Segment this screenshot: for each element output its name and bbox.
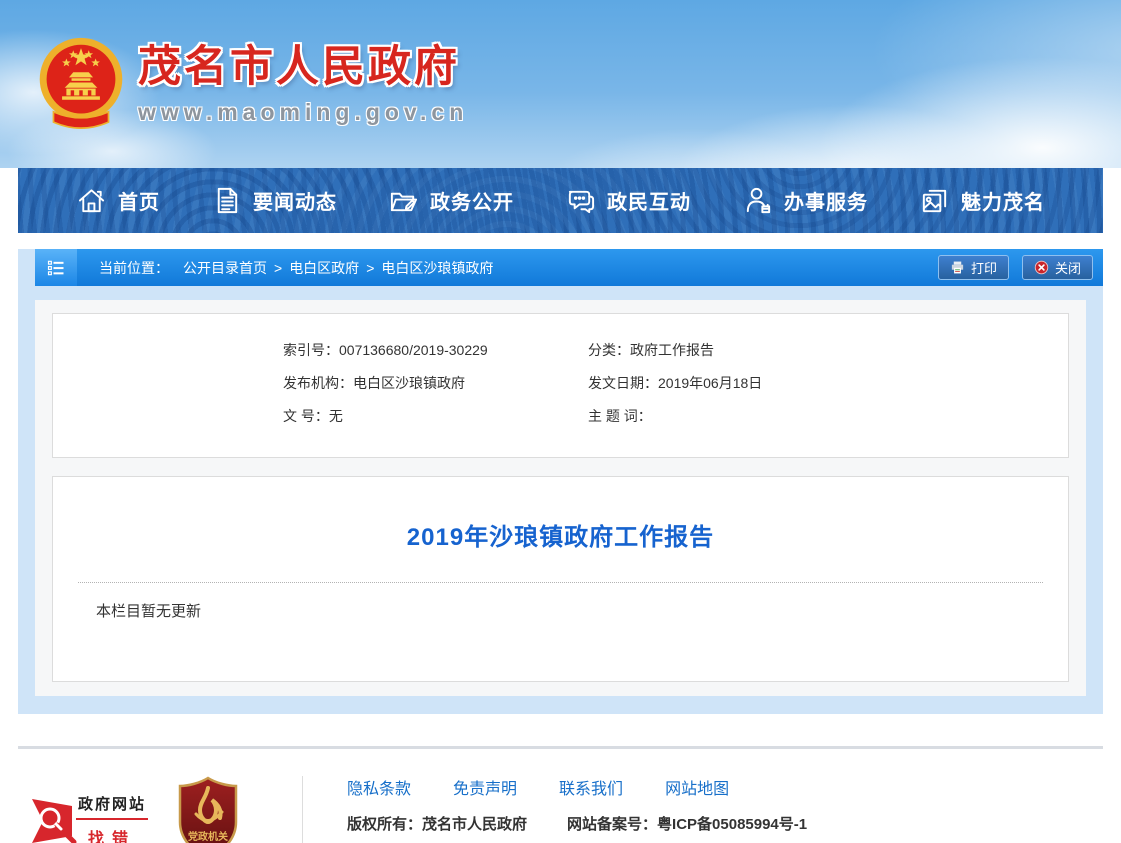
meta-row: 索引号：007136680/2019-30229 分类：政府工作报告 bbox=[283, 334, 1048, 367]
page-title: 2019年沙琅镇政府工作报告 bbox=[78, 517, 1043, 552]
breadcrumb-link-shalang-town[interactable]: 电白区沙琅镇政府 bbox=[381, 258, 493, 278]
footer-link-privacy[interactable]: 隐私条款 bbox=[347, 775, 411, 799]
nav-item-label: 要闻动态 bbox=[253, 186, 337, 215]
breadcrumb: 当前位置： 公开目录首页 > 电白区政府 > 电白区沙琅镇政府 bbox=[99, 258, 493, 278]
svg-text:党政机关: 党政机关 bbox=[188, 830, 228, 843]
find-error-badge[interactable]: 政府网站 找错 bbox=[30, 793, 148, 843]
breadcrumb-link-catalog-home[interactable]: 公开目录首页 bbox=[183, 258, 267, 278]
printer-icon bbox=[950, 260, 965, 275]
nav-item-label: 办事服务 bbox=[784, 186, 868, 215]
copyright-text: 版权所有：茂名市人民政府 bbox=[347, 813, 527, 834]
site-logo[interactable]: 茂名市人民政府 www.maoming.gov.cn bbox=[38, 36, 468, 136]
national-emblem-icon bbox=[38, 36, 124, 136]
breadcrumb-separator: > bbox=[274, 260, 282, 276]
breadcrumb-actions: 打印 关闭 bbox=[938, 255, 1093, 280]
party-gov-shield-badge[interactable]: 党政机关 bbox=[176, 776, 240, 843]
meta-label: 发布机构： bbox=[283, 375, 353, 391]
meta-row: 发布机构：电白区沙琅镇政府 发文日期：2019年06月18日 bbox=[283, 367, 1048, 400]
empty-state-text: 本栏目暂无更新 bbox=[78, 583, 1043, 621]
print-button-label: 打印 bbox=[971, 258, 997, 277]
meta-keywords: 主 题 词： bbox=[588, 400, 1048, 433]
document-panel: 索引号：007136680/2019-30229 分类：政府工作报告 发布机构：… bbox=[35, 300, 1086, 696]
chat-icon bbox=[565, 185, 596, 216]
nav-item-charm[interactable]: 魅力茂名 bbox=[919, 185, 1045, 216]
print-button[interactable]: 打印 bbox=[938, 255, 1009, 280]
document-meta-box: 索引号：007136680/2019-30229 分类：政府工作报告 发布机构：… bbox=[52, 313, 1069, 458]
meta-publish-date: 发文日期：2019年06月18日 bbox=[588, 367, 1048, 400]
site-url: www.maoming.gov.cn bbox=[138, 99, 468, 126]
nav-item-interaction[interactable]: 政民互动 bbox=[565, 185, 691, 216]
meta-category: 分类：政府工作报告 bbox=[588, 334, 1048, 367]
find-error-top-label: 政府网站 bbox=[76, 793, 148, 820]
meta-publisher: 发布机构：电白区沙琅镇政府 bbox=[283, 367, 588, 400]
find-error-text: 政府网站 找错 bbox=[76, 793, 148, 843]
close-button[interactable]: 关闭 bbox=[1022, 255, 1093, 280]
news-icon bbox=[211, 185, 242, 216]
footer-vertical-divider bbox=[302, 776, 303, 843]
meta-doc-number: 文 号：无 bbox=[283, 400, 588, 433]
person-icon bbox=[742, 185, 773, 216]
meta-label: 分类： bbox=[588, 342, 630, 358]
footer-info: 隐私条款 免责声明 联系我们 网站地图 版权所有：茂名市人民政府 网站备案号：粤… bbox=[347, 775, 967, 843]
article-box: 2019年沙琅镇政府工作报告 本栏目暂无更新 bbox=[52, 476, 1069, 682]
content-wrapper: 当前位置： 公开目录首页 > 电白区政府 > 电白区沙琅镇政府 打印 bbox=[18, 249, 1103, 714]
list-icon bbox=[46, 258, 66, 278]
footer-link-sitemap[interactable]: 网站地图 bbox=[665, 775, 729, 799]
footer-link-contact[interactable]: 联系我们 bbox=[559, 775, 623, 799]
meta-index-number: 索引号：007136680/2019-30229 bbox=[283, 334, 588, 367]
site-name: 茂名市人民政府 bbox=[138, 44, 468, 91]
nav-item-gov-disclosure[interactable]: 政务公开 bbox=[388, 185, 514, 216]
site-header: 茂名市人民政府 www.maoming.gov.cn bbox=[0, 0, 1121, 168]
nav-item-services[interactable]: 办事服务 bbox=[742, 185, 868, 216]
nav-item-label: 魅力茂名 bbox=[961, 186, 1045, 215]
breadcrumb-bar: 当前位置： 公开目录首页 > 电白区政府 > 电白区沙琅镇政府 打印 bbox=[35, 249, 1103, 286]
close-icon bbox=[1034, 260, 1049, 275]
meta-label: 索引号： bbox=[283, 342, 339, 358]
logo-text: 茂名市人民政府 www.maoming.gov.cn bbox=[138, 36, 468, 126]
nav-item-news[interactable]: 要闻动态 bbox=[211, 185, 337, 216]
meta-value: 政府工作报告 bbox=[630, 342, 714, 358]
folder-icon bbox=[388, 185, 419, 216]
meta-label: 发文日期： bbox=[588, 375, 658, 391]
meta-value: 007136680/2019-30229 bbox=[339, 342, 488, 358]
shield-icon: 党政机关 bbox=[176, 776, 240, 843]
breadcrumb-label: 当前位置： bbox=[99, 258, 169, 278]
meta-value: 无 bbox=[329, 408, 343, 424]
meta-value: 2019年06月18日 bbox=[658, 375, 762, 391]
meta-label: 文 号： bbox=[283, 408, 329, 424]
nav-item-home[interactable]: 首页 bbox=[76, 185, 160, 216]
nav-item-label: 首页 bbox=[118, 186, 160, 215]
footer: 政府网站 找错 党政机关 隐私条款 免责声明 联 bbox=[0, 749, 1121, 843]
footer-copyright-row: 版权所有：茂名市人民政府 网站备案号：粤ICP备05085994号-1 bbox=[347, 813, 967, 834]
footer-link-disclaimer[interactable]: 免责声明 bbox=[453, 775, 517, 799]
main-nav: 首页 要闻动态 政务公开 政民互动 办事服务 bbox=[18, 168, 1103, 233]
breadcrumb-link-dianbai-gov[interactable]: 电白区政府 bbox=[289, 258, 359, 278]
meta-value: 电白区沙琅镇政府 bbox=[353, 375, 465, 391]
meta-row: 文 号：无 主 题 词： bbox=[283, 400, 1048, 433]
meta-label: 主 题 词： bbox=[588, 408, 652, 424]
footer-links: 隐私条款 免责声明 联系我们 网站地图 bbox=[347, 775, 967, 799]
close-button-label: 关闭 bbox=[1055, 258, 1081, 277]
nav-item-label: 政务公开 bbox=[430, 186, 514, 215]
photos-icon bbox=[919, 185, 950, 216]
icp-number: 网站备案号：粤ICP备05085994号-1 bbox=[567, 813, 807, 834]
home-icon bbox=[76, 185, 107, 216]
find-error-bottom-label: 找错 bbox=[76, 820, 148, 843]
breadcrumb-separator: > bbox=[366, 260, 374, 276]
list-icon-button[interactable] bbox=[35, 249, 77, 286]
page: 茂名市人民政府 www.maoming.gov.cn 首页 要闻动态 政务公开 bbox=[0, 0, 1121, 843]
nav-item-label: 政民互动 bbox=[607, 186, 691, 215]
